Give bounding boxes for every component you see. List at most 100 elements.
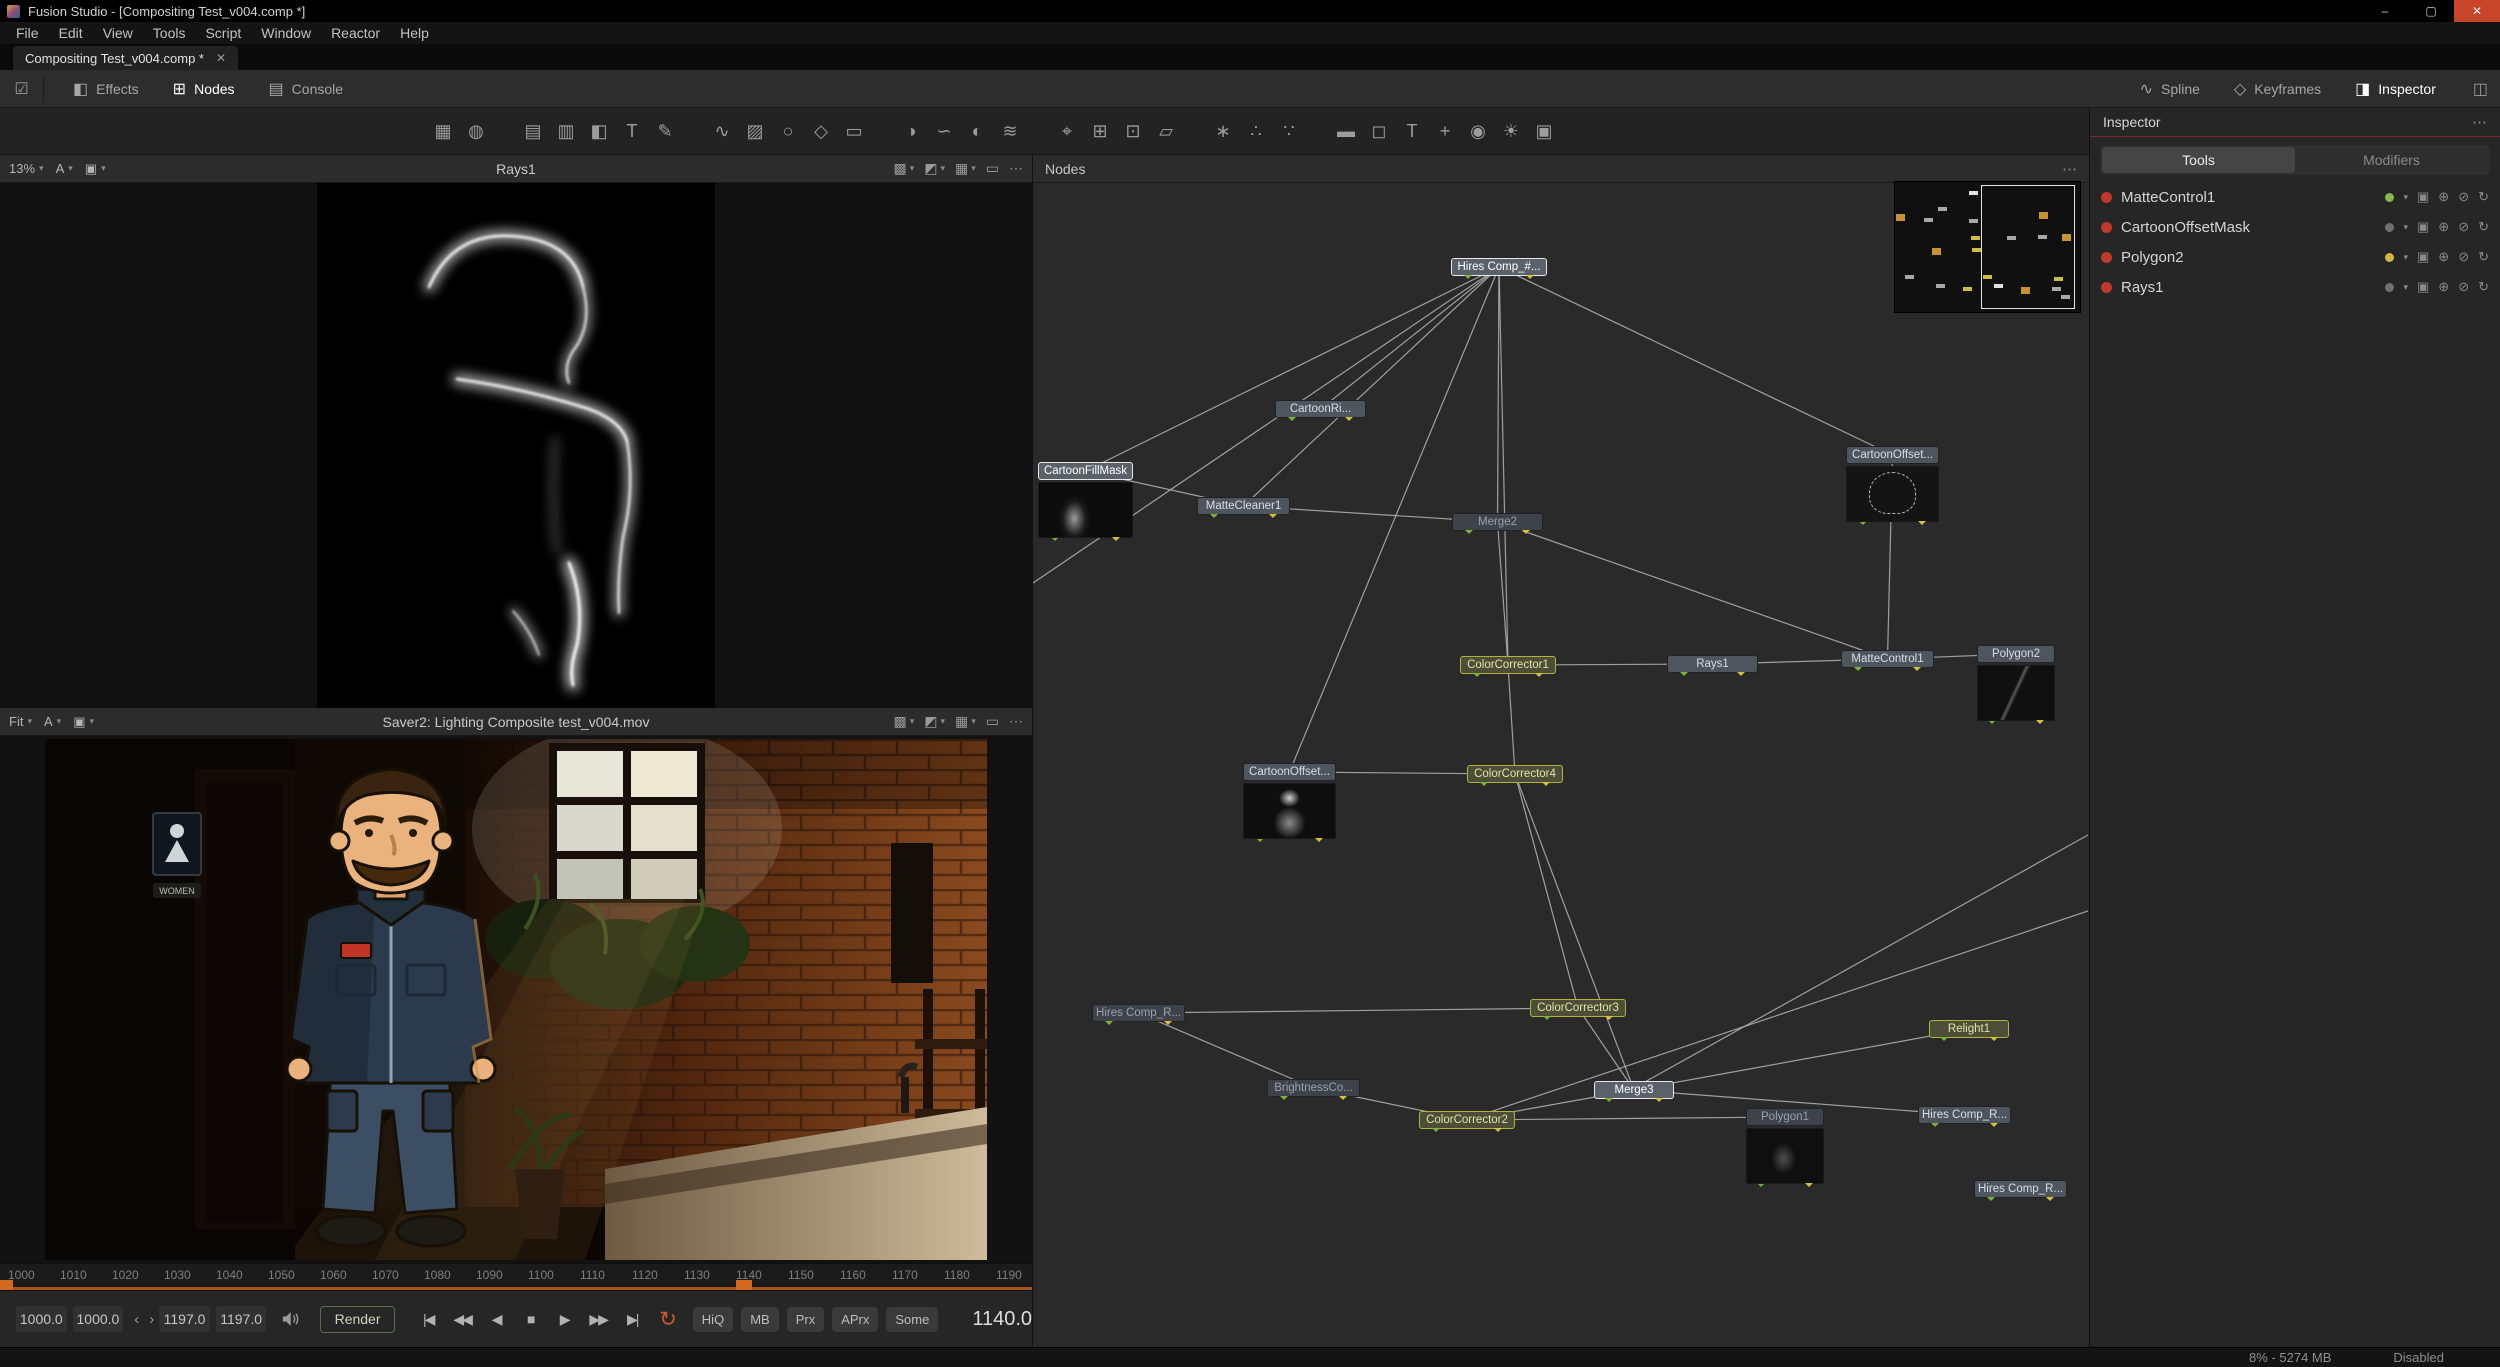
lut-icon[interactable]: ▩ ▾ bbox=[893, 160, 914, 177]
node-cartoonri[interactable]: CartoonRi... bbox=[1275, 400, 1366, 421]
audio-mute-icon[interactable] bbox=[282, 1311, 299, 1327]
node-relight1[interactable]: Relight1 bbox=[1929, 1020, 2009, 1041]
node-colorcorrector1[interactable]: ColorCorrector1 bbox=[1460, 656, 1556, 677]
tab-tools[interactable]: Tools bbox=[2102, 147, 2295, 173]
menu-tools[interactable]: Tools bbox=[143, 22, 196, 45]
node-minimap[interactable] bbox=[1894, 181, 2081, 313]
roi-icon[interactable]: ▭ bbox=[986, 160, 999, 177]
bitmap-mask-tool[interactable]: ▨ bbox=[742, 121, 768, 142]
chevron-down-icon[interactable]: ▾ bbox=[2403, 192, 2408, 203]
loop-button[interactable]: ↻ bbox=[659, 1309, 677, 1330]
node-mattecleaner1[interactable]: MatteCleaner1 bbox=[1197, 497, 1290, 518]
lock-icon[interactable]: ⊘ bbox=[2458, 219, 2469, 235]
viewer2-canvas[interactable]: WOMEN bbox=[0, 736, 1032, 1263]
viewer1-zoom-select[interactable]: 13% ▾ bbox=[9, 161, 44, 176]
minimize-button[interactable]: – bbox=[2362, 0, 2408, 22]
versions-icon[interactable]: ▣ bbox=[2417, 249, 2429, 265]
roi-icon[interactable]: ▭ bbox=[986, 713, 999, 730]
tool-row[interactable]: Polygon2 ▾ ▣ ⊕ ⊘ ↻ bbox=[2090, 242, 2500, 272]
menu-file[interactable]: File bbox=[6, 22, 49, 45]
inspector-button[interactable]: ◨ Inspector bbox=[2338, 70, 2453, 107]
shape-3d-tool[interactable]: ◻ bbox=[1366, 121, 1392, 142]
nodes-button[interactable]: ⊞ Nodes bbox=[156, 70, 252, 107]
merge-tool[interactable]: ◧ bbox=[586, 121, 612, 142]
title-bar[interactable]: Fusion Studio - [Compositing Test_v004.c… bbox=[0, 0, 2500, 22]
node-colorcorrector2[interactable]: ColorCorrector2 bbox=[1419, 1111, 1515, 1132]
tab-modifiers[interactable]: Modifiers bbox=[2295, 147, 2488, 173]
fast-reverse-button[interactable]: ◀◀ bbox=[445, 1311, 479, 1328]
tab-close-icon[interactable]: ✕ bbox=[216, 51, 226, 65]
node-cartoonfillmask[interactable]: CartoonFillMask bbox=[1038, 462, 1133, 541]
flag-aprx[interactable]: APrx bbox=[832, 1306, 879, 1332]
particle-render-tool[interactable]: ∵ bbox=[1276, 121, 1302, 142]
lock-icon[interactable]: ⊘ bbox=[2458, 189, 2469, 205]
menu-reactor[interactable]: Reactor bbox=[321, 22, 390, 45]
menu-help[interactable]: Help bbox=[390, 22, 439, 45]
range-end-field[interactable]: 1197.0 bbox=[215, 1306, 267, 1332]
ui-toggle-button[interactable]: ☑ bbox=[0, 75, 44, 102]
polygon-mask-tool[interactable]: ◇ bbox=[808, 121, 834, 142]
node-brightness[interactable]: BrightnessCo... bbox=[1267, 1079, 1360, 1100]
global-start-field[interactable]: 1000.0 bbox=[72, 1306, 124, 1332]
viewer1-buffer-select[interactable]: A ▾ bbox=[56, 161, 73, 176]
pin-icon[interactable]: ⊕ bbox=[2438, 279, 2449, 295]
options-menu-icon[interactable]: ⋯ bbox=[1009, 160, 1023, 177]
node-cartoonoffset_top[interactable]: CartoonOffset... bbox=[1846, 446, 1939, 525]
node-merge2[interactable]: Merge2 bbox=[1452, 513, 1543, 534]
blur-tool[interactable]: ≋ bbox=[997, 121, 1023, 142]
text-tool[interactable]: T bbox=[619, 121, 645, 142]
node-hirescomp_r1[interactable]: Hires Comp_R... bbox=[1092, 1004, 1185, 1025]
play-reverse-button[interactable]: ◀ bbox=[479, 1311, 513, 1328]
tool-row[interactable]: MatteControl1 ▾ ▣ ⊕ ⊘ ↻ bbox=[2090, 182, 2500, 212]
close-button[interactable]: ✕ bbox=[2454, 0, 2500, 22]
fast-forward-button[interactable]: ▶▶ bbox=[581, 1311, 615, 1328]
playhead[interactable] bbox=[736, 1280, 752, 1290]
color-controls-icon[interactable]: ◩ ▾ bbox=[924, 713, 945, 730]
inspector-options-icon[interactable]: ⋯ bbox=[2472, 113, 2487, 131]
flag-mb[interactable]: MB bbox=[741, 1306, 779, 1332]
jump-end-button[interactable]: ▶| bbox=[615, 1311, 649, 1328]
flag-prx[interactable]: Prx bbox=[786, 1306, 825, 1332]
loader-tool[interactable]: ▤ bbox=[520, 121, 546, 142]
panel-layout-button[interactable]: ◫ bbox=[2473, 79, 2488, 99]
enable-led[interactable] bbox=[2101, 281, 2112, 293]
chevron-down-icon[interactable]: ▾ bbox=[2403, 282, 2408, 293]
transform-tool[interactable]: ⌖ bbox=[1054, 121, 1080, 142]
view-layout-icon[interactable]: ▦ ▾ bbox=[955, 713, 976, 730]
viewer2-zoom-select[interactable]: Fit ▾ bbox=[9, 714, 32, 729]
render-button[interactable]: Render bbox=[319, 1305, 396, 1333]
viewer2-channel-select[interactable]: ▣ ▾ bbox=[73, 714, 94, 730]
saver-tool[interactable]: ▥ bbox=[553, 121, 579, 142]
viewer1-canvas[interactable] bbox=[0, 183, 1032, 708]
color-controls-icon[interactable]: ◩ ▾ bbox=[924, 160, 945, 177]
versions-icon[interactable]: ▣ bbox=[2417, 189, 2429, 205]
global-end-field[interactable]: 1197.0 bbox=[159, 1306, 210, 1332]
maximize-button[interactable]: ▢ bbox=[2408, 0, 2454, 22]
particle-images-tool[interactable]: ∴ bbox=[1243, 121, 1269, 142]
stop-button[interactable]: ■ bbox=[513, 1311, 547, 1327]
keyframes-button[interactable]: ◇ Keyframes bbox=[2217, 70, 2338, 107]
prev-arrow[interactable]: ‹ bbox=[129, 1311, 144, 1328]
pin-icon[interactable]: ⊕ bbox=[2438, 219, 2449, 235]
versions-icon[interactable]: ▣ bbox=[2417, 219, 2429, 235]
node-hirescomp_r3[interactable]: Hires Comp_R... bbox=[1974, 1180, 2067, 1201]
particle-emitter-tool[interactable]: ∗ bbox=[1210, 121, 1236, 142]
pin-icon[interactable]: ⊕ bbox=[2438, 189, 2449, 205]
text-3d-tool[interactable]: T bbox=[1399, 121, 1425, 142]
camera-3d-tool[interactable]: ◉ bbox=[1465, 121, 1491, 142]
node-colorcorrector4[interactable]: ColorCorrector4 bbox=[1467, 765, 1563, 786]
enable-led[interactable] bbox=[2101, 251, 2112, 263]
fastnoise-tool[interactable]: ◍ bbox=[463, 121, 489, 142]
renderer-3d-tool[interactable]: ▣ bbox=[1531, 121, 1557, 142]
image-plane-3d-tool[interactable]: ▬ bbox=[1333, 121, 1359, 142]
console-button[interactable]: ▤ Console bbox=[252, 70, 361, 107]
node-cartoonoffset_left[interactable]: CartoonOffset... bbox=[1243, 763, 1336, 842]
lut-icon[interactable]: ▩ ▾ bbox=[893, 713, 914, 730]
node-mattecontrol1[interactable]: MatteControl1 bbox=[1841, 650, 1934, 671]
view-layout-icon[interactable]: ▦ ▾ bbox=[955, 160, 976, 177]
range-start-field[interactable]: 1000.0 bbox=[16, 1306, 67, 1332]
menu-edit[interactable]: Edit bbox=[49, 22, 93, 45]
play-button[interactable]: ▶ bbox=[547, 1311, 581, 1328]
next-arrow[interactable]: › bbox=[144, 1311, 159, 1328]
menu-window[interactable]: Window bbox=[251, 22, 321, 45]
